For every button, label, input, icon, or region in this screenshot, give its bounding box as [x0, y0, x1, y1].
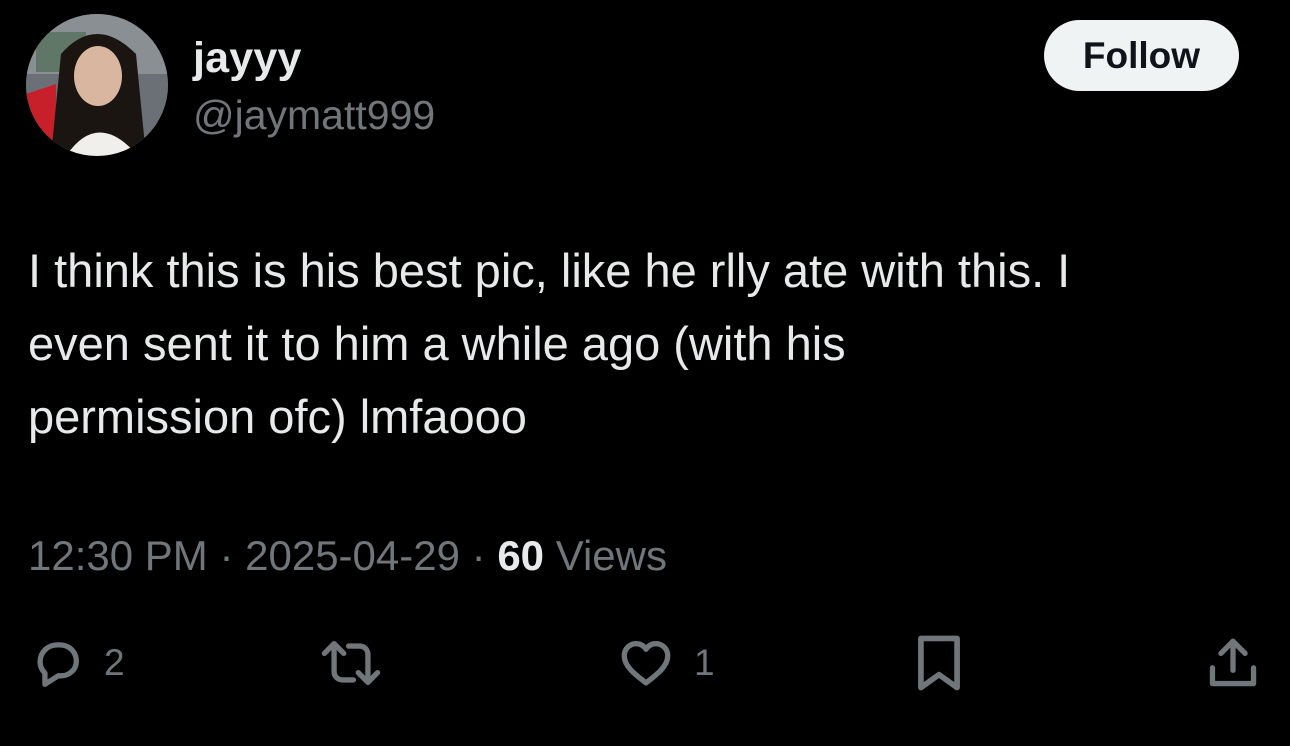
bookmark-icon — [912, 632, 966, 694]
bookmark-button[interactable] — [912, 630, 966, 696]
like-button[interactable]: 1 — [616, 630, 715, 696]
share-icon — [1204, 634, 1262, 692]
reply-count: 2 — [104, 642, 125, 683]
meta-separator: · — [471, 532, 486, 579]
share-button[interactable] — [1204, 630, 1262, 696]
views-label[interactable]: Views — [556, 532, 667, 579]
tweet-time[interactable]: 12:30 PM — [28, 532, 208, 579]
profile-photo-icon — [26, 14, 168, 156]
user-handle[interactable]: @jaymatt999 — [193, 92, 435, 139]
repost-button[interactable] — [316, 630, 386, 696]
avatar[interactable] — [26, 14, 168, 156]
heart-icon — [616, 634, 676, 692]
tweet-text-line: I think this is his best pic, like he rl… — [28, 244, 1071, 297]
tweet-text: I think this is his best pic, like he rl… — [28, 234, 1258, 453]
tweet-text-line: permission ofc) lmfaooo — [28, 390, 527, 443]
follow-button[interactable]: Follow — [1044, 20, 1239, 91]
meta-separator: · — [219, 532, 234, 579]
reply-icon — [28, 634, 86, 692]
views-count[interactable]: 60 — [497, 532, 544, 579]
tweet-text-line: even sent it to him a while ago (with hi… — [28, 317, 846, 370]
display-name[interactable]: jayyy — [193, 34, 302, 83]
reply-button[interactable]: 2 — [28, 630, 125, 696]
tweet-meta: 12:30 PM · 2025-04-29 · 60 Views — [28, 532, 667, 580]
like-count: 1 — [694, 642, 715, 683]
tweet-date[interactable]: 2025-04-29 — [245, 532, 460, 579]
action-bar: 2 1 — [0, 630, 1290, 696]
repost-icon — [316, 634, 386, 692]
